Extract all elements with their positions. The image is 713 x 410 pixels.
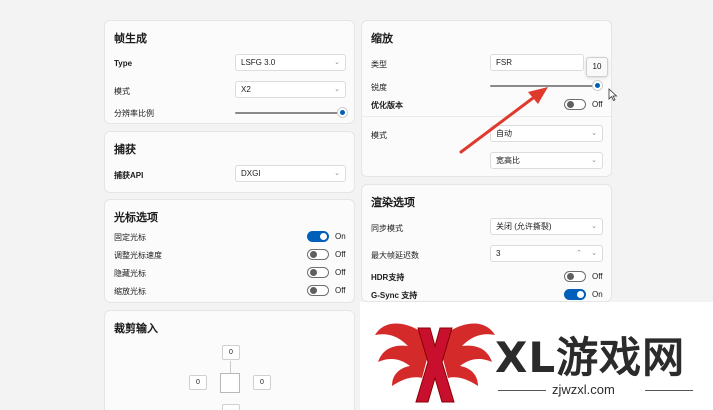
mouse-cursor-icon <box>608 88 618 102</box>
toggle-knob <box>310 251 317 258</box>
crop-title: 裁剪输入 <box>114 323 158 335</box>
latency-label: 最大帧延迟数 <box>371 251 419 260</box>
cursor-item-label: 调整光标速度 <box>114 251 162 260</box>
hdr-toggle[interactable] <box>564 271 586 282</box>
gsync-label: G-Sync 支持 <box>371 291 418 300</box>
watermark: XL游戏网 zjwzxl.com <box>360 302 713 410</box>
sharpness-label: 锐度 <box>371 83 387 92</box>
resolution-label: 分辨率比例 <box>114 109 154 118</box>
watermark-line-left <box>498 390 546 391</box>
chevron-down-icon: ⌄ <box>591 157 597 164</box>
crop-right-input[interactable]: 0 <box>253 375 271 390</box>
mode-label: 模式 <box>114 87 130 96</box>
toggle-knob <box>567 101 574 108</box>
cursor-item-label: 隐藏光标 <box>114 269 146 278</box>
scaling-card: 缩放 类型 FSR 10 锐度 优化版本 Off 模式 自动 ⌄ 宽高比 ⌄ <box>361 20 612 177</box>
watermark-url: zjwzxl.com <box>552 382 615 397</box>
toggle-state: Off <box>335 268 346 277</box>
stepper-down-icon[interactable]: ⌄ <box>591 246 597 261</box>
capture-api-value: DXGI <box>241 169 261 178</box>
cursor-title: 光标选项 <box>114 212 158 224</box>
optimize-label: 优化版本 <box>371 101 403 110</box>
frame-gen-card: 帧生成 Type LSFG 3.0 ⌄ 模式 X2 ⌄ 分辨率比例 <box>104 20 355 124</box>
watermark-brand: XL游戏网 <box>495 333 686 382</box>
scaling-type-value: FSR <box>496 58 512 67</box>
toggle-state: On <box>335 232 346 241</box>
crop-preview <box>220 373 240 393</box>
cursor-speed-toggle[interactable] <box>307 249 329 260</box>
toggle-knob <box>567 273 574 280</box>
hdr-label: HDR支持 <box>371 273 405 282</box>
latency-value: 3 <box>496 249 501 258</box>
type-label: Type <box>114 59 133 68</box>
crop-top-input[interactable]: 0 <box>222 345 240 360</box>
scaling-mode-value: 自动 <box>496 129 512 138</box>
render-title: 渲染选项 <box>371 197 415 209</box>
cursor-item-label: 固定光标 <box>114 233 146 242</box>
toggle-knob <box>310 287 317 294</box>
scaling-type-select[interactable]: FSR <box>490 54 584 71</box>
fix-cursor-toggle[interactable] <box>307 231 329 242</box>
aspect-value: 宽高比 <box>496 156 520 165</box>
scale-cursor-toggle[interactable] <box>307 285 329 296</box>
mode-select-value: X2 <box>241 85 251 94</box>
stepper-up-icon[interactable]: ⌃ <box>576 246 582 261</box>
sharpness-slider-thumb[interactable] <box>593 81 602 90</box>
scaling-mode-label: 模式 <box>371 131 387 140</box>
type-select[interactable]: LSFG 3.0 ⌄ <box>235 54 346 71</box>
capture-api-label: 捕获API <box>114 171 144 180</box>
scaling-title: 缩放 <box>371 33 393 45</box>
toggle-knob <box>320 233 327 240</box>
mode-select[interactable]: X2 ⌄ <box>235 81 346 98</box>
toggle-knob <box>310 269 317 276</box>
toggle-state: Off <box>335 250 346 259</box>
sync-mode-label: 同步模式 <box>371 224 403 233</box>
toggle-state: Off <box>592 100 603 109</box>
gsync-toggle[interactable] <box>564 289 586 300</box>
capture-card: 捕获 捕获API DXGI ⌄ <box>104 131 355 193</box>
cursor-card: 光标选项 固定光标 On 调整光标速度 Off 隐藏光标 Off 缩放光标 Of… <box>104 199 355 303</box>
crop-bottom-input[interactable] <box>222 404 240 410</box>
toggle-knob <box>577 291 584 298</box>
chevron-down-icon: ⌄ <box>591 223 597 230</box>
sharpness-slider[interactable] <box>490 85 598 87</box>
chevron-down-icon: ⌄ <box>334 170 340 177</box>
xl-wings-logo-icon <box>375 323 495 403</box>
optimize-toggle[interactable] <box>564 99 586 110</box>
divider <box>362 116 611 117</box>
sync-mode-value: 关闭 (允许撕裂) <box>496 222 552 231</box>
latency-stepper[interactable]: 3 ⌃ ⌄ <box>490 245 603 262</box>
toggle-state: On <box>592 290 603 299</box>
crop-left-input[interactable]: 0 <box>189 375 207 390</box>
resolution-slider[interactable] <box>235 112 341 114</box>
type-select-value: LSFG 3.0 <box>241 58 276 67</box>
frame-gen-title: 帧生成 <box>114 33 147 45</box>
cursor-item-label: 缩放光标 <box>114 287 146 296</box>
sharpness-tooltip: 10 <box>586 57 608 77</box>
chevron-down-icon: ⌄ <box>334 86 340 93</box>
sync-mode-select[interactable]: 关闭 (允许撕裂) ⌄ <box>490 218 603 235</box>
capture-title: 捕获 <box>114 144 136 156</box>
scaling-type-label: 类型 <box>371 60 387 69</box>
toggle-state: Off <box>592 272 603 281</box>
watermark-line-right <box>645 390 693 391</box>
capture-api-select[interactable]: DXGI ⌄ <box>235 165 346 182</box>
chevron-down-icon: ⌄ <box>591 130 597 137</box>
chevron-down-icon: ⌄ <box>334 59 340 66</box>
resolution-slider-thumb[interactable] <box>338 108 347 117</box>
crop-card: 裁剪输入 0 0 0 <box>104 310 355 410</box>
hide-cursor-toggle[interactable] <box>307 267 329 278</box>
aspect-select[interactable]: 宽高比 ⌄ <box>490 152 603 169</box>
toggle-state: Off <box>335 286 346 295</box>
scaling-mode-select[interactable]: 自动 ⌄ <box>490 125 603 142</box>
render-card: 渲染选项 同步模式 关闭 (允许撕裂) ⌄ 最大帧延迟数 3 ⌃ ⌄ HDR支持… <box>361 184 612 302</box>
